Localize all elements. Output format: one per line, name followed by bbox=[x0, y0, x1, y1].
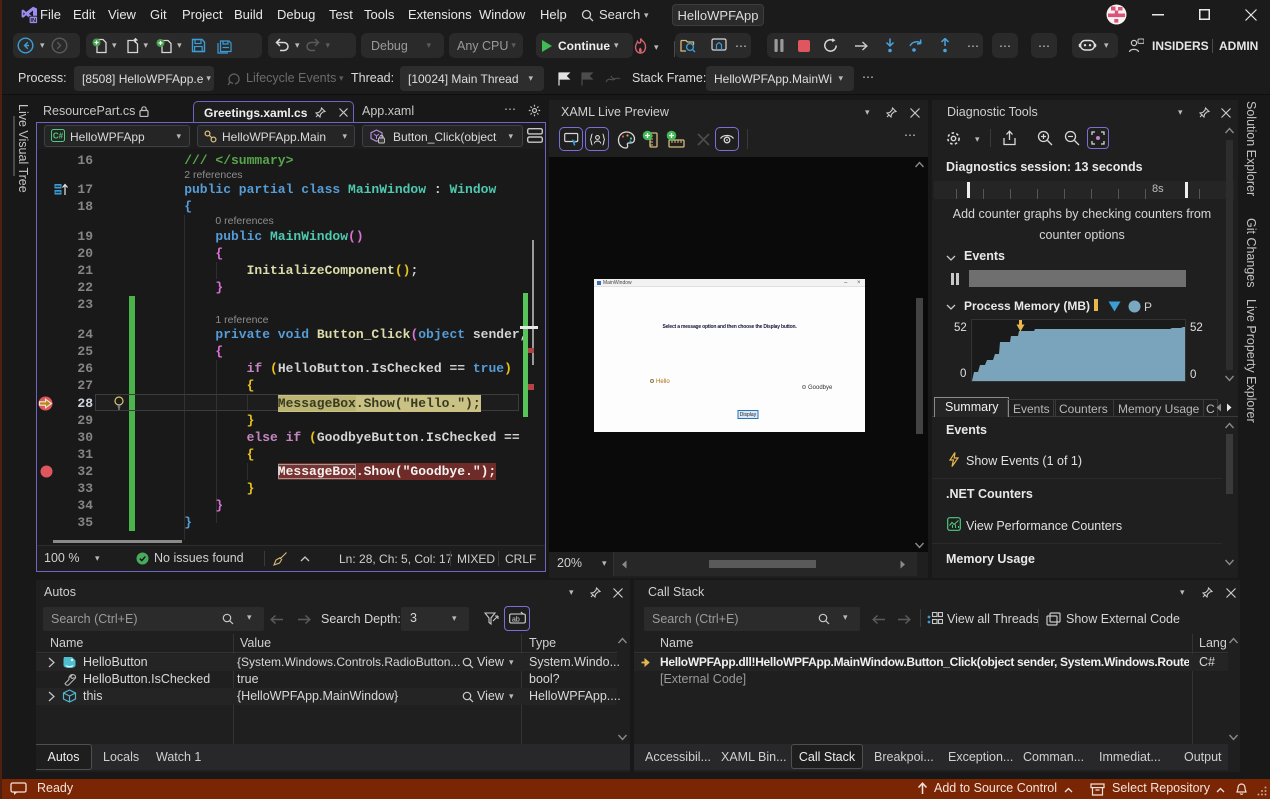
svg-text:IN: IN bbox=[30, 18, 36, 24]
svg-text:ab: ab bbox=[512, 617, 520, 624]
svg-text:C#: C# bbox=[53, 132, 64, 141]
